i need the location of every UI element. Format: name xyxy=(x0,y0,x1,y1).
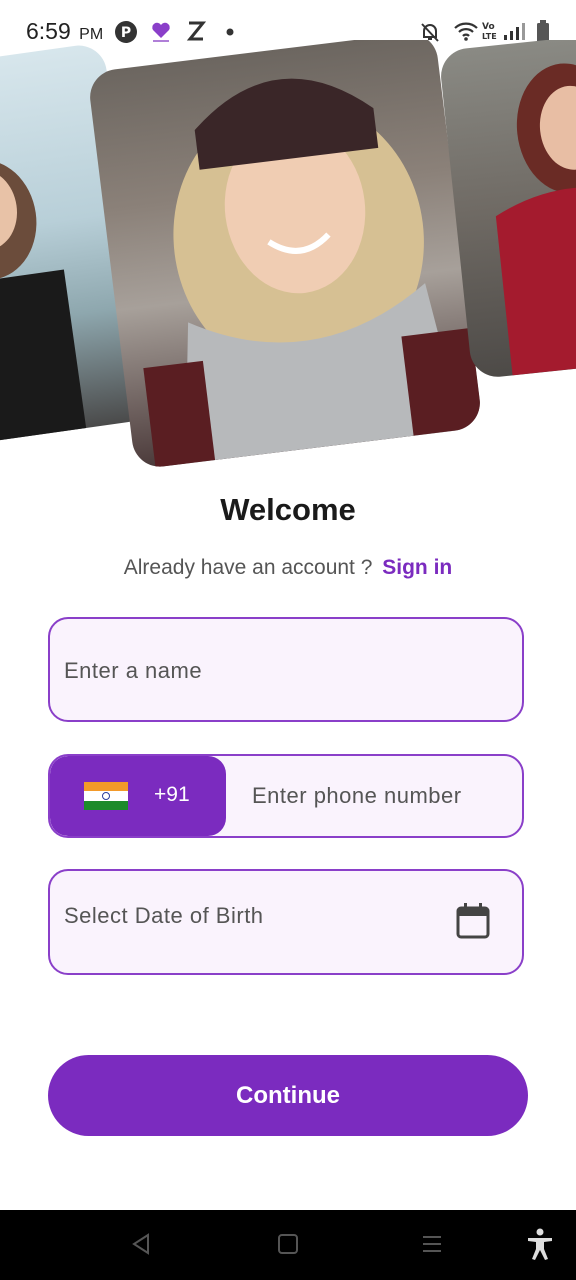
z-icon xyxy=(186,20,206,42)
india-flag-icon xyxy=(84,782,128,810)
svg-text:P: P xyxy=(121,25,131,41)
wifi-icon xyxy=(453,20,479,42)
home-icon[interactable] xyxy=(277,1232,299,1256)
name-field[interactable]: Enter a name xyxy=(48,617,524,722)
signin-link[interactable]: Sign in xyxy=(382,556,452,579)
country-code: +91 xyxy=(154,783,190,806)
phone-field[interactable]: +91 Enter phone number xyxy=(48,754,524,838)
dot-icon xyxy=(226,28,234,36)
screen: 6:59 PM P Vo LTE Welcome Already have an… xyxy=(0,0,576,1280)
welcome-title: Welcome xyxy=(220,492,356,527)
continue-button[interactable]: Continue xyxy=(48,1055,528,1136)
date-of-birth-field[interactable]: Select Date of Birth xyxy=(48,869,524,975)
calendar-icon[interactable] xyxy=(456,903,490,939)
signal-icon xyxy=(502,20,528,42)
country-code-selector[interactable]: +91 xyxy=(50,756,226,836)
dob-placeholder: Select Date of Birth xyxy=(64,903,264,928)
photo-carousel[interactable] xyxy=(0,40,576,470)
back-icon[interactable] xyxy=(130,1232,152,1256)
menu-icon[interactable] xyxy=(421,1232,443,1256)
phone-placeholder: Enter phone number xyxy=(252,783,462,808)
photo-card-center[interactable] xyxy=(86,40,484,470)
name-placeholder: Enter a name xyxy=(64,658,203,683)
navigation-bar xyxy=(0,1210,576,1280)
svg-text:Vo: Vo xyxy=(482,22,495,32)
account-prompt: Already have an account ? xyxy=(123,556,373,579)
volte-icon: Vo LTE xyxy=(481,20,497,42)
photo-center-image xyxy=(143,78,484,468)
signin-row: Already have an account ? Sign in xyxy=(0,556,576,580)
accessibility-icon[interactable] xyxy=(526,1228,554,1260)
